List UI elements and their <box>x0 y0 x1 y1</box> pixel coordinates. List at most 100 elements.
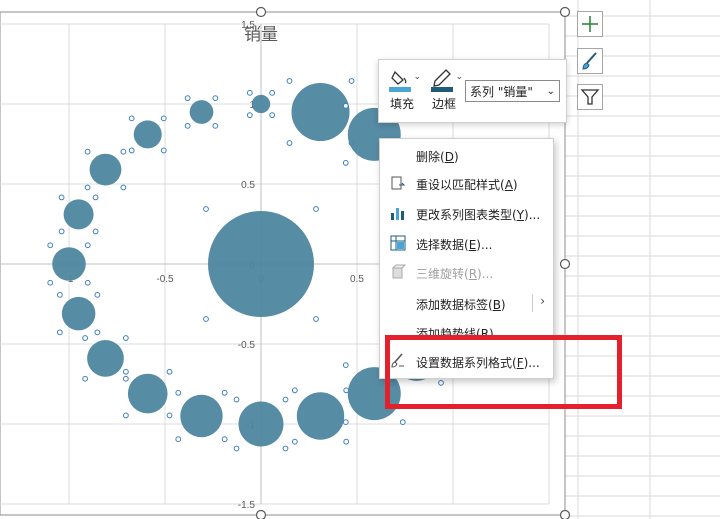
context-menu: 删除(D) 重设以匹配样式(A) 更改系列图表类型(Y)... 选择数据(E).… <box>379 138 554 379</box>
bubble-point[interactable] <box>63 199 94 230</box>
bubble-point[interactable] <box>238 401 284 447</box>
border-button[interactable]: ⌄ 边框 <box>425 64 463 118</box>
menu-item-key: A <box>504 178 513 192</box>
menu-item-suffix: )... <box>523 356 540 370</box>
selection-handle <box>56 291 63 298</box>
chevron-down-icon: ⌄ <box>546 86 555 97</box>
selection-handle <box>348 78 355 84</box>
bubble-point[interactable] <box>87 340 124 377</box>
x-tick-label: -0.5 <box>156 274 174 285</box>
bubble-point[interactable] <box>127 373 168 414</box>
menu-item-suffix: ) <box>500 298 506 312</box>
selection-handle <box>212 122 219 129</box>
brush-icon <box>582 52 597 70</box>
selection-handle <box>184 122 191 129</box>
selection-handle <box>160 115 167 122</box>
menu-item-key: Y <box>516 208 525 222</box>
menu-item-key: R <box>468 267 478 281</box>
fill-button[interactable]: ⌄ 填充 <box>383 64 421 118</box>
fill-dropdown-icon[interactable]: ⌄ <box>413 72 421 82</box>
selection-handle <box>120 184 127 191</box>
menu-item-key: R <box>480 327 490 341</box>
resize-handle[interactable] <box>255 509 267 519</box>
selection-handle <box>84 242 91 249</box>
selection-handle <box>233 396 240 403</box>
resize-handle[interactable] <box>255 6 267 18</box>
selection-handle <box>175 389 182 396</box>
selection-handle <box>399 419 406 426</box>
chart-elements-button[interactable] <box>577 11 603 37</box>
selection-handle <box>84 184 91 191</box>
series-select[interactable]: 系列 "销量" ⌄ <box>465 80 560 102</box>
selection-handle <box>269 89 276 96</box>
selection-handle <box>291 387 298 394</box>
menu-item-suffix: )... <box>476 238 493 252</box>
reset-style-icon <box>391 176 406 190</box>
bubble-point[interactable] <box>189 100 214 124</box>
chart-styles-button[interactable] <box>577 48 603 74</box>
menu-item-key: B <box>492 298 501 312</box>
resize-handle[interactable] <box>559 509 571 519</box>
menu-item-label: 选择数据( <box>416 238 469 252</box>
submenu-divider <box>532 294 533 312</box>
selection-handle <box>94 291 101 298</box>
menu-item-suffix: )... <box>489 327 506 341</box>
bubble-point[interactable] <box>296 392 345 440</box>
menu-item-label: 三维旋转( <box>416 267 469 281</box>
menu-item-add-trendline[interactable]: 添加趋势线(R)... <box>380 319 553 345</box>
selection-handle <box>343 387 350 394</box>
selection-handle <box>313 316 319 322</box>
selection-handle <box>342 419 349 426</box>
selection-handle <box>313 206 319 212</box>
selection-handle <box>291 438 298 445</box>
menu-item-3d-rotation: 三维旋转(R)... <box>380 259 553 285</box>
selection-handle <box>342 103 349 109</box>
select-data-icon <box>390 235 406 251</box>
selection-handle <box>342 362 349 369</box>
chart-filters-button[interactable] <box>577 84 603 110</box>
bubble-point[interactable] <box>133 120 162 149</box>
selection-handle <box>128 147 135 154</box>
bubble-chart[interactable]: -1-0.500.51.510.50-0.5-1-1.5销量 <box>0 0 720 519</box>
selection-handle <box>282 445 289 452</box>
selection-handle <box>94 329 101 336</box>
plus-icon <box>582 16 598 32</box>
menu-item-suffix: ) <box>453 150 459 164</box>
selection-handle <box>47 242 54 249</box>
bubble-point[interactable] <box>89 153 122 186</box>
selection-handle <box>82 335 89 341</box>
selection-handle <box>269 112 276 119</box>
menu-item-label: 更改系列图表类型( <box>416 208 517 222</box>
funnel-icon <box>580 89 600 105</box>
bubble-point[interactable] <box>61 296 96 331</box>
resize-handle[interactable] <box>559 258 571 270</box>
menu-item-delete[interactable]: 删除(D) <box>380 142 553 168</box>
bubble-point[interactable] <box>251 94 271 114</box>
bubble-point[interactable] <box>180 394 223 438</box>
menu-item-change-chart-type[interactable]: 更改系列图表类型(Y)... <box>380 200 553 226</box>
menu-item-select-data[interactable]: 选择数据(E)... <box>380 230 553 256</box>
selection-handle <box>120 148 127 155</box>
menu-item-key: F <box>516 356 524 370</box>
spreadsheet-area[interactable]: -1-0.500.51.510.50-0.5-1-1.5销量 <box>0 0 720 519</box>
selection-handle <box>128 115 135 122</box>
bubble-point[interactable] <box>291 82 350 142</box>
selection-handle <box>246 112 253 119</box>
border-dropdown-icon[interactable]: ⌄ <box>455 72 463 82</box>
chart-title[interactable]: 销量 <box>244 25 278 45</box>
menu-item-reset-style[interactable]: 重设以匹配样式(A) <box>380 170 553 196</box>
menu-item-format-data-series[interactable]: 设置数据系列格式(F)... <box>380 348 553 374</box>
menu-item-label: 添加数据标签( <box>416 298 493 312</box>
selection-handle <box>166 412 173 419</box>
bubble-point[interactable] <box>208 211 314 317</box>
menu-item-add-data-labels[interactable]: 添加数据标签(B) › <box>380 290 553 316</box>
bubble-point[interactable] <box>52 247 86 281</box>
selection-handle <box>56 329 63 336</box>
menu-item-suffix: ) <box>512 178 518 192</box>
chevron-right-icon[interactable]: › <box>540 294 545 308</box>
resize-handle[interactable] <box>559 6 571 18</box>
menu-item-label: 删除( <box>416 150 445 164</box>
selection-handle <box>286 140 293 146</box>
menu-item-label: 添加趋势线( <box>416 327 481 341</box>
selection-handle <box>92 228 99 235</box>
